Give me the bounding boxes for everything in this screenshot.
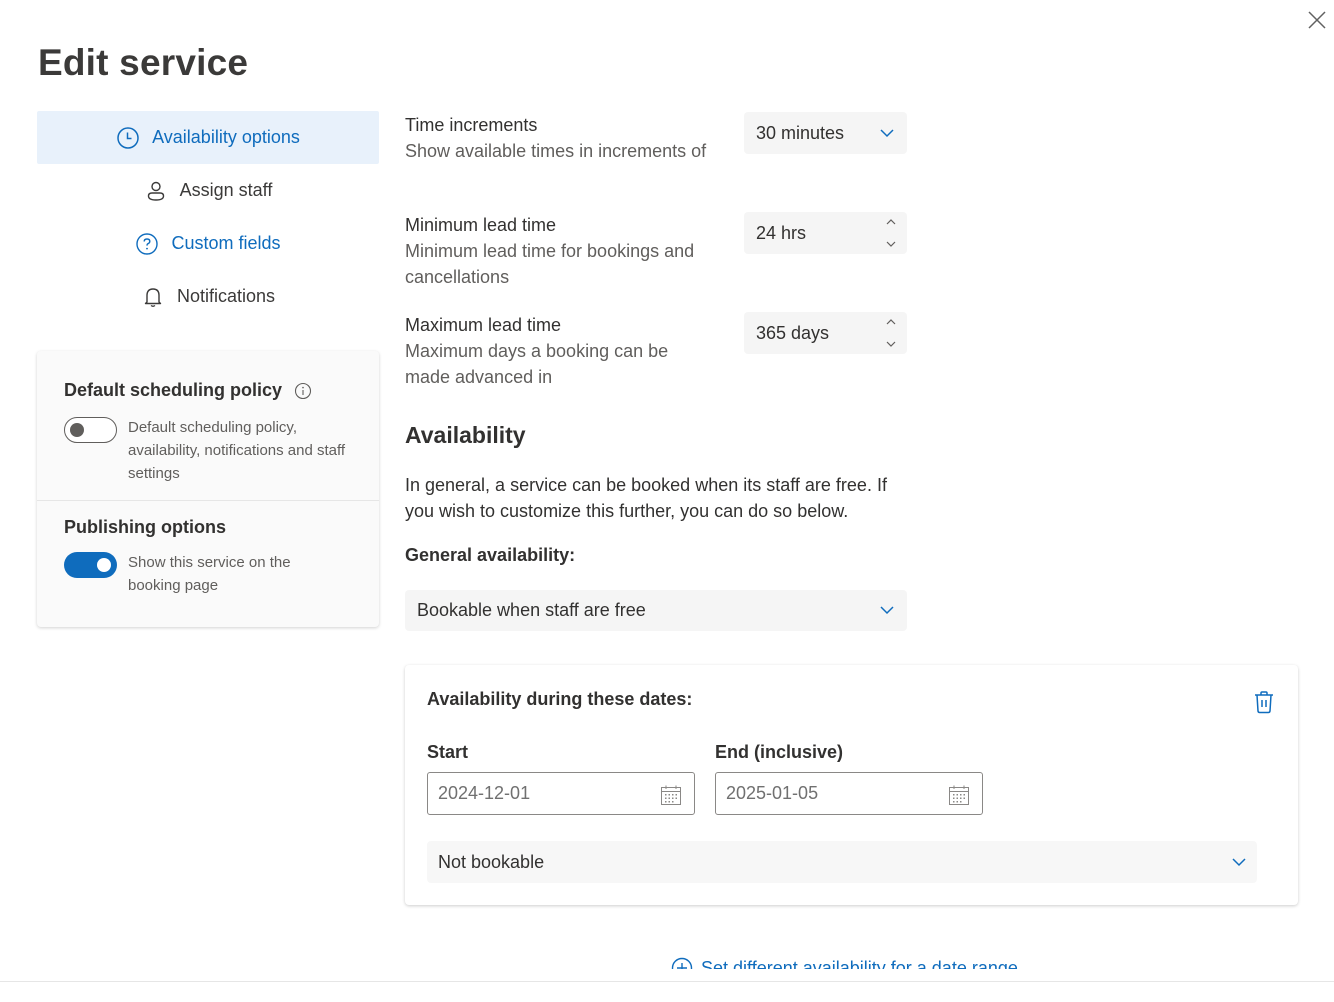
nav-item-notifications[interactable]: Notifications <box>37 270 379 323</box>
date-range-card: Availability during these dates: Start 2… <box>405 665 1298 905</box>
settings-card: Default scheduling policy Default schedu… <box>37 351 379 627</box>
availability-heading: Availability <box>405 422 526 448</box>
time-increments-desc: Show available times in increments of <box>405 141 707 161</box>
default-policy-toggle[interactable] <box>64 417 117 443</box>
start-date-input[interactable]: 2024-12-01 <box>427 772 695 815</box>
add-date-range-label: Set different availability for a date ra… <box>701 958 1018 969</box>
min-lead-time-field: Minimum lead time Minimum lead time for … <box>405 212 907 290</box>
publish-toggle[interactable] <box>64 552 117 578</box>
time-increments-field: Time increments Show available times in … <box>405 112 907 164</box>
nav-item-label: Custom fields <box>171 233 281 253</box>
range-bookable-dropdown[interactable]: Not bookable <box>427 841 1257 883</box>
time-increments-dropdown[interactable]: 30 minutes <box>744 112 907 154</box>
info-icon[interactable] <box>294 382 312 400</box>
nav-item-availability-options[interactable]: Availability options <box>37 111 379 164</box>
calendar-icon[interactable] <box>947 783 971 807</box>
chevron-down-icon <box>880 129 894 138</box>
question-circle-icon <box>136 232 159 255</box>
side-nav: Availability options Assign staff Custom… <box>37 111 379 323</box>
chevron-down-icon <box>1232 858 1246 867</box>
close-icon <box>1308 11 1326 29</box>
nav-item-label: Availability options <box>152 127 300 147</box>
default-policy-title: Default scheduling policy <box>64 380 283 400</box>
clock-icon <box>117 126 139 149</box>
end-date-input[interactable]: 2025-01-05 <box>715 772 983 815</box>
decrement-icon[interactable] <box>885 338 897 350</box>
min-lead-time-desc: Minimum lead time for bookings and cance… <box>405 241 695 287</box>
default-scheduling-policy-section: Default scheduling policy Default schedu… <box>37 351 379 501</box>
calendar-icon[interactable] <box>659 783 683 807</box>
max-lead-time-spinbutton[interactable]: 365 days <box>744 312 907 354</box>
time-increments-value: 30 minutes <box>756 122 845 143</box>
publishing-options-section: Publishing options Show this service on … <box>37 501 379 597</box>
date-range-title: Availability during these dates: <box>427 689 693 709</box>
person-icon <box>147 181 164 201</box>
decrement-icon[interactable] <box>885 238 897 250</box>
nav-item-label: Notifications <box>176 286 276 306</box>
max-lead-time-desc: Maximum days a booking can be made advan… <box>405 341 669 387</box>
start-date-value: 2024-12-01 <box>438 783 531 803</box>
bell-icon <box>144 287 162 307</box>
publishing-options-title: Publishing options <box>64 517 226 537</box>
footer-divider <box>0 981 1334 982</box>
close-button[interactable] <box>1305 8 1329 32</box>
end-date-value: 2025-01-05 <box>726 783 819 803</box>
min-lead-time-spinbutton[interactable]: 24 hrs <box>744 212 907 254</box>
max-lead-time-value: 365 days <box>756 322 830 343</box>
nav-item-assign-staff[interactable]: Assign staff <box>37 164 379 217</box>
range-bookable-value: Not bookable <box>438 851 545 872</box>
general-availability-dropdown[interactable]: Bookable when staff are free <box>405 590 907 631</box>
default-policy-toggle-label: Default scheduling policy, availability,… <box>128 419 346 482</box>
publish-toggle-label: Show this service on the booking page <box>128 554 291 594</box>
availability-description: In general, a service can be booked when… <box>405 475 887 521</box>
start-date-label: Start <box>427 742 469 762</box>
nav-item-label: Assign staff <box>179 180 273 200</box>
add-date-range-link[interactable]: Set different availability for a date ra… <box>671 957 1018 969</box>
general-availability-label: General availability: <box>405 545 576 565</box>
add-circle-icon <box>671 957 693 969</box>
delete-icon[interactable] <box>1253 690 1275 714</box>
general-availability-value: Bookable when staff are free <box>417 600 646 620</box>
increment-icon[interactable] <box>885 316 897 328</box>
min-lead-time-value: 24 hrs <box>756 222 807 243</box>
max-lead-time-field: Maximum lead time Maximum days a booking… <box>405 312 907 390</box>
page-title: Edit service <box>38 42 249 83</box>
increment-icon[interactable] <box>885 216 897 228</box>
chevron-down-icon <box>880 606 894 615</box>
end-date-label: End (inclusive) <box>715 742 844 762</box>
nav-item-custom-fields[interactable]: Custom fields <box>37 217 379 270</box>
